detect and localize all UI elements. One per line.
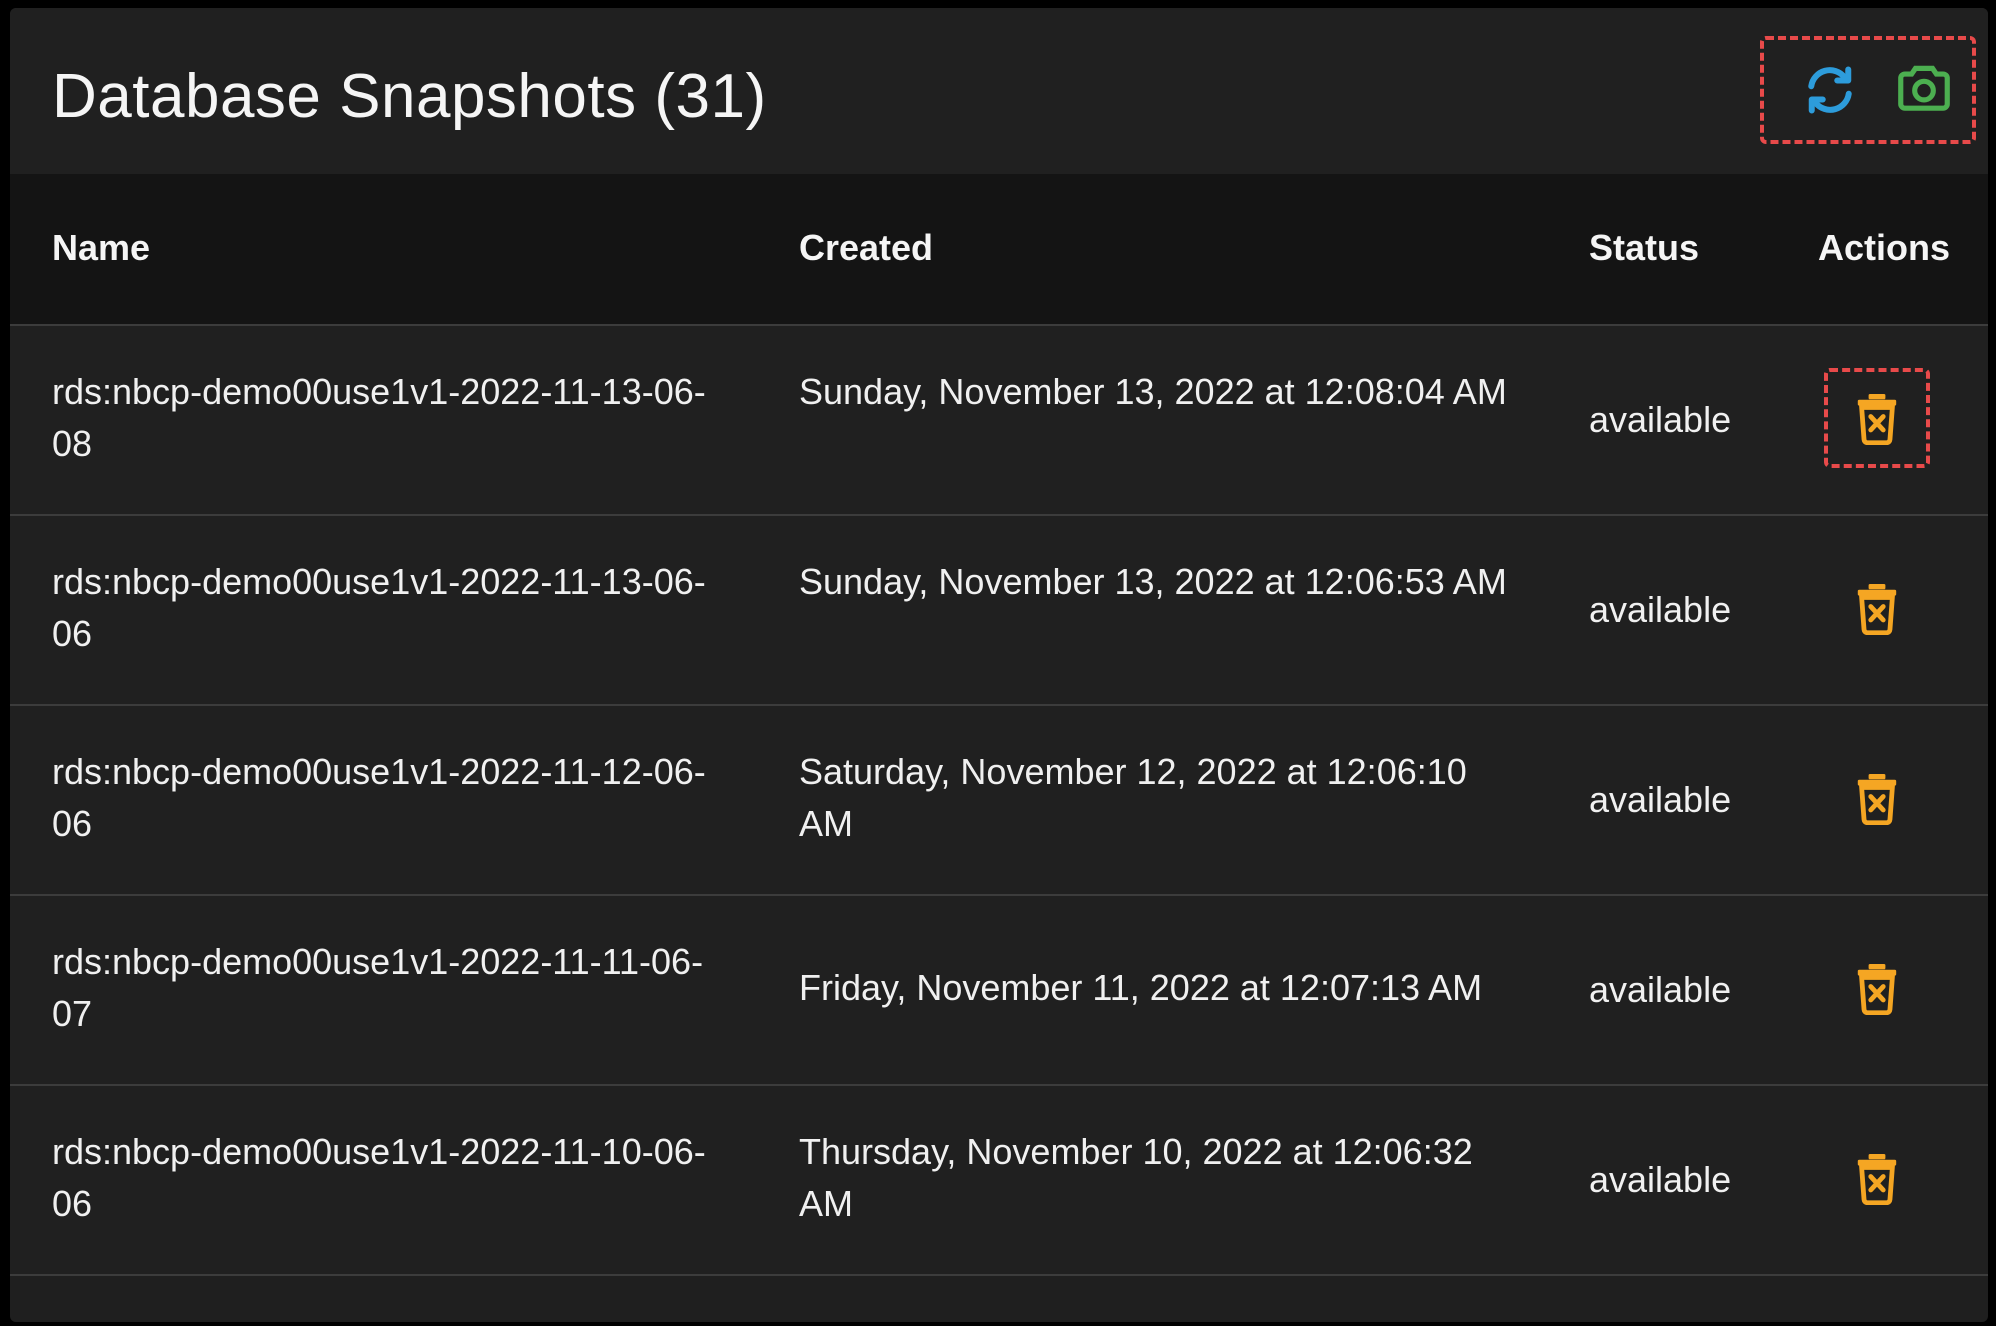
delete-cell (1824, 1128, 1930, 1228)
snapshot-name: rds:nbcp-demo00use1v1-2022-11-10-06-06 (52, 1131, 706, 1224)
refresh-icon (1808, 66, 1852, 114)
snapshot-name: rds:nbcp-demo00use1v1-2022-11-13-06-08 (52, 371, 706, 464)
panel-header: Database Snapshots (31) (10, 8, 1988, 174)
delete-button[interactable] (1847, 958, 1907, 1018)
camera-icon (1898, 65, 1950, 111)
snapshot-status: available (1589, 589, 1732, 630)
delete-icon (1857, 394, 1897, 445)
table-row: rds:nbcp-demo00use1v1-2022-11-12-06-06 S… (10, 706, 1988, 896)
delete-icon (1857, 1154, 1897, 1205)
delete-button[interactable] (1847, 1148, 1907, 1208)
column-header-name[interactable]: Name (52, 226, 150, 270)
column-header-created[interactable]: Created (799, 226, 933, 270)
delete-icon (1857, 774, 1897, 825)
snapshot-name: rds:nbcp-demo00use1v1-2022-11-13-06-06 (52, 561, 706, 654)
page-title: Database Snapshots (31) (52, 62, 767, 131)
snapshot-status: available (1589, 969, 1732, 1010)
delete-cell (1824, 938, 1930, 1038)
delete-cell (1824, 748, 1930, 848)
delete-button[interactable] (1847, 578, 1907, 638)
take-snapshot-button[interactable] (1884, 48, 1964, 128)
snapshot-status: available (1589, 399, 1732, 440)
snapshot-created: Sunday, November 13, 2022 at 12:06:53 AM (799, 561, 1507, 602)
header-actions (1760, 36, 1976, 144)
table-row: rds:nbcp-demo00use1v1-2022-11-13-06-08 S… (10, 326, 1988, 516)
table-row: rds:nbcp-demo00use1v1-2022-11-11-06-07 F… (10, 896, 1988, 1086)
delete-button[interactable] (1847, 768, 1907, 828)
delete-highlight (1824, 368, 1930, 468)
column-header-status[interactable]: Status (1589, 226, 1699, 270)
column-header-actions: Actions (1818, 227, 1951, 268)
snapshots-panel: Database Snapshots (31) Name Created Sta… (10, 8, 1988, 1322)
table-header: Name Created Status Actions (10, 174, 1988, 326)
table-row: rds:nbcp-demo00use1v1-2022-11-13-06-06 S… (10, 516, 1988, 706)
refresh-button[interactable] (1790, 50, 1870, 130)
delete-icon (1857, 964, 1897, 1015)
delete-cell (1824, 558, 1930, 658)
snapshot-status: available (1589, 779, 1732, 820)
snapshot-created: Sunday, November 13, 2022 at 12:08:04 AM (799, 371, 1507, 412)
snapshot-name: rds:nbcp-demo00use1v1-2022-11-12-06-06 (52, 751, 706, 844)
table-row: rds:nbcp-demo00use1v1-2022-11-10-06-06 T… (10, 1086, 1988, 1276)
snapshot-created: Saturday, November 12, 2022 at 12:06:10 … (799, 751, 1467, 844)
snapshot-created: Thursday, November 10, 2022 at 12:06:32 … (799, 1131, 1473, 1224)
snapshot-created: Friday, November 11, 2022 at 12:07:13 AM (799, 967, 1483, 1008)
delete-button[interactable] (1847, 388, 1907, 448)
snapshot-name: rds:nbcp-demo00use1v1-2022-11-11-06-07 (52, 941, 704, 1034)
delete-icon (1857, 584, 1897, 635)
snapshot-status: available (1589, 1159, 1732, 1200)
